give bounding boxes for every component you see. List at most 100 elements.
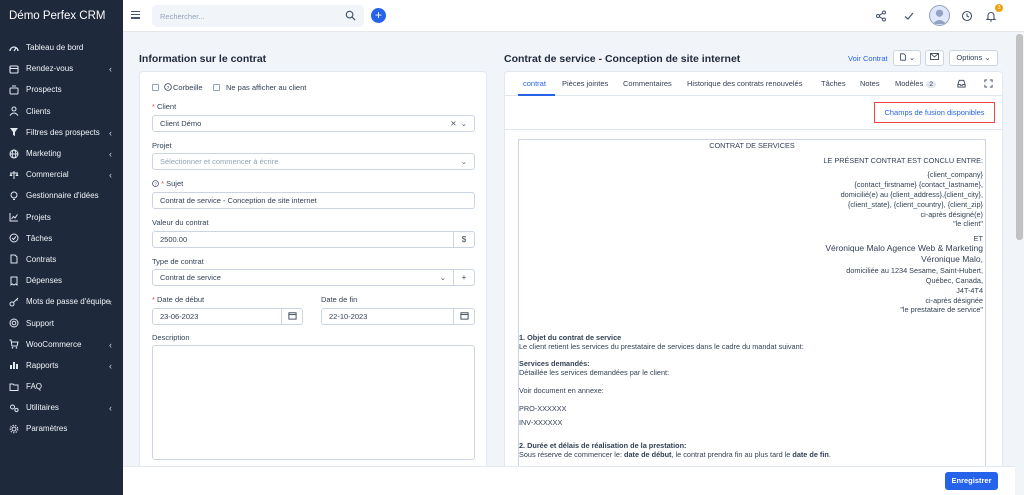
end-date-input[interactable]: 22-10-2023 [321, 308, 454, 325]
bell-icon[interactable] [985, 10, 997, 22]
chevron-left-icon[interactable]: ‹ [109, 128, 112, 138]
tab-templates[interactable]: Modèles 2 [895, 79, 936, 88]
filter-icon [9, 127, 19, 137]
scrollbar-thumb[interactable] [1016, 34, 1023, 240]
sidebar-item-rapports[interactable]: Rapports ‹ [0, 355, 123, 376]
avatar[interactable] [929, 5, 950, 26]
sidebar-item-clients[interactable]: Clients [0, 101, 123, 122]
doc-party1-line: domicilié(e) au {client_address},{client… [840, 190, 983, 199]
sidebar-item-label: Contrats [26, 254, 57, 264]
sidebar-item-woocommerce[interactable]: WooCommerce ‹ [0, 334, 123, 355]
sidebar-item-t-ches[interactable]: Tâches [0, 228, 123, 249]
hide-from-client-checkbox[interactable] [213, 84, 220, 91]
check-icon[interactable] [903, 10, 915, 22]
clear-chevron-icon[interactable]: ✕ ⌄ [450, 116, 467, 131]
sidebar-item-label: Paramètres [26, 424, 68, 434]
contract-type-label: Type de contrat [152, 257, 204, 266]
doc-party1-line: {contact_firstname} {contact_lastname}, [854, 180, 983, 189]
tab-contract[interactable]: contrat [523, 79, 546, 88]
tab-comments[interactable]: Commentaires [623, 79, 672, 88]
doc-party2-line: "le prestataire de service" [900, 305, 983, 314]
sidebar-item-projets[interactable]: Projets [0, 207, 123, 228]
tab-tasks[interactable]: Tâches [821, 79, 846, 88]
chevron-left-icon[interactable]: ‹ [109, 361, 112, 371]
form-footer: Enregistrer [123, 466, 1015, 495]
sidebar-item-contrats[interactable]: Contrats [0, 249, 123, 270]
quick-add-button[interactable]: + [371, 8, 386, 23]
globe-icon [9, 149, 19, 159]
tab-notes[interactable]: Notes [860, 79, 880, 88]
sidebar-item-gestionnaire-d-id-es[interactable]: Gestionnaire d'idées [0, 185, 123, 206]
options-button[interactable]: Options ⌄ [949, 50, 998, 66]
trash-checkbox[interactable] [152, 84, 159, 91]
merge-fields-button[interactable]: Champs de fusion disponibles [874, 102, 995, 123]
sidebar-item-mots-de-passe-d-quipe[interactable]: Mots de passe d'équipe ‹ [0, 291, 123, 312]
client-select[interactable]: Client Démo ✕ ⌄ [152, 115, 475, 132]
sidebar-item-support[interactable]: Support [0, 312, 123, 333]
brand-logo[interactable]: Démo Perfex CRM [0, 0, 123, 32]
sidebar-item-label: Commercial [26, 170, 69, 180]
email-button[interactable] [925, 50, 944, 66]
sidebar-item-rendez-vous[interactable]: Rendez-vous ‹ [0, 58, 123, 79]
chevron-left-icon[interactable]: ‹ [109, 64, 112, 74]
sidebar-item-faq[interactable]: FAQ [0, 376, 123, 397]
chevron-left-icon[interactable]: ‹ [109, 170, 112, 180]
subject-input[interactable]: Contrat de service - Conception de site … [152, 192, 475, 209]
sidebar-item-label: Projets [26, 212, 51, 222]
inbox-icon[interactable] [957, 79, 966, 88]
end-calendar-button[interactable] [453, 308, 475, 325]
start-date-label: * Date de début [152, 295, 205, 304]
sidebar-item-tableau-de-bord[interactable]: Tableau de bord [0, 37, 123, 58]
search-input[interactable] [152, 5, 332, 27]
doc-annex-text: Voir document en annexe: [519, 386, 604, 395]
contract-value-input[interactable]: 2500.00 [152, 231, 454, 248]
contract-tabs: contrat Pièces jointes Commentaires Hist… [505, 72, 1002, 96]
doc-services-title: Services demandés: [519, 359, 590, 368]
save-button[interactable]: Enregistrer [945, 472, 998, 490]
tab-attachments[interactable]: Pièces jointes [562, 79, 608, 88]
add-contract-type-button[interactable]: + [453, 269, 475, 286]
doc-services-text: Détaillée les services demandées par le … [519, 368, 670, 377]
view-contract-link[interactable]: Voir Contrat [848, 54, 888, 63]
envelope-icon [930, 53, 939, 60]
chevron-left-icon[interactable]: ‹ [109, 149, 112, 159]
chevron-left-icon[interactable]: ‹ [109, 403, 112, 413]
start-calendar-button[interactable] [281, 308, 303, 325]
contract-document[interactable]: CONTRAT DE SERVICES LE PRÉSENT CONTRAT E… [518, 139, 986, 470]
menu-toggle-icon[interactable] [131, 11, 140, 19]
doc-section1-text: Le client retient les services du presta… [519, 342, 804, 351]
bar-chart-icon [9, 360, 19, 370]
page-scrollbar[interactable] [1015, 32, 1024, 495]
calendar-icon [459, 312, 469, 320]
sidebar-item-d-penses[interactable]: Dépenses [0, 270, 123, 291]
search-icon[interactable] [345, 10, 356, 21]
sidebar-item-utilitaires[interactable]: Utilitaires ‹ [0, 397, 123, 418]
gauge-icon [9, 43, 19, 53]
currency-addon: $ [453, 231, 475, 248]
clock-icon[interactable] [961, 10, 973, 22]
doc-and: ET [973, 234, 983, 243]
sidebar-item-filtres-des-prospects[interactable]: Filtres des prospects ‹ [0, 122, 123, 143]
calendar-icon [287, 312, 297, 320]
sidebar-item-param-tres[interactable]: Paramètres [0, 418, 123, 439]
end-date-label: Date de fin [321, 295, 358, 304]
sidebar-item-commercial[interactable]: Commercial ‹ [0, 164, 123, 185]
description-textarea[interactable] [152, 345, 475, 460]
balance-icon [9, 170, 19, 180]
contract-type-select[interactable]: Contrat de service ⌄ [152, 269, 454, 286]
pdf-dropdown-button[interactable]: ⌄ [893, 50, 921, 66]
doc-ref-quote: PRO-XXXXXX [519, 404, 567, 413]
share-icon[interactable] [875, 10, 887, 22]
sidebar-item-label: Support [26, 318, 55, 328]
start-date-input[interactable]: 23-06-2023 [152, 308, 282, 325]
tab-renewal-history[interactable]: Historique des contrats renouvelés [687, 79, 802, 88]
chevron-down-icon: ⌄ [439, 273, 446, 282]
sidebar-item-prospects[interactable]: Prospects [0, 79, 123, 100]
chevron-left-icon[interactable]: ‹ [109, 340, 112, 350]
expand-icon[interactable] [984, 79, 993, 88]
svg-text:?: ? [167, 85, 170, 91]
chevron-left-icon[interactable]: ‹ [109, 297, 112, 307]
sidebar-item-marketing[interactable]: Marketing ‹ [0, 143, 123, 164]
project-select[interactable]: Sélectionner et commencer à écrire ⌄ [152, 153, 475, 170]
active-tab-indicator [518, 94, 555, 96]
